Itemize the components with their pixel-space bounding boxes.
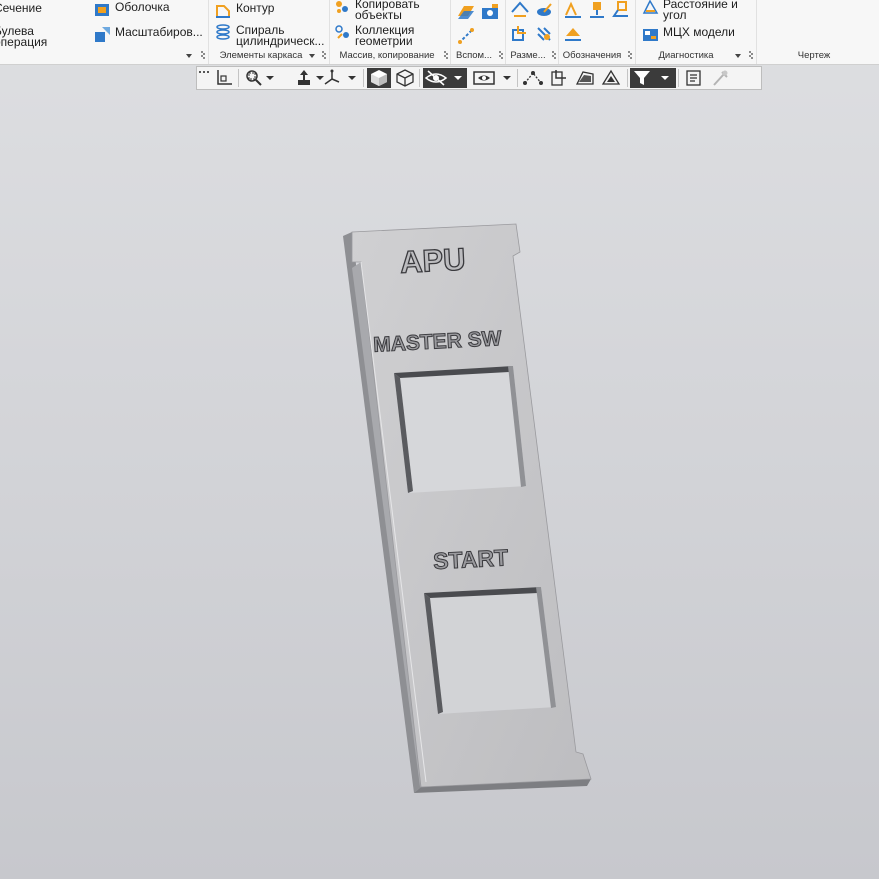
array-copy-group-label: Массив, копирование	[339, 50, 435, 61]
roughness-icon[interactable]	[563, 0, 583, 20]
orientation-dropdown-icon[interactable]	[347, 68, 357, 88]
toolbar-separator	[238, 69, 239, 87]
part-3d-model[interactable]: APU MASTER SW START	[0, 92, 879, 879]
weld-icon[interactable]	[563, 24, 583, 44]
label-start: START	[433, 544, 509, 574]
geometry-collection-button[interactable]: Коллекция геометрии	[334, 24, 414, 47]
coordinate-system-icon[interactable]	[213, 68, 235, 88]
dimensions-group-label: Разме...	[510, 50, 546, 61]
spiral-button-label: Спираль цилиндрическ...	[236, 23, 325, 48]
shaded-view-icon[interactable]	[367, 68, 391, 88]
ribbon-group-drawing: Чертеж	[757, 0, 879, 64]
ribbon-group-dimensions: Разме...	[506, 0, 559, 64]
frame-group-dropdown-icon[interactable]	[309, 54, 315, 58]
copy-objects-label: Копировать объекты	[355, 0, 420, 22]
eyedropper-icon[interactable]	[708, 68, 732, 88]
frame-elements-group-label: Элементы каркаса	[219, 50, 303, 61]
section-view-icon[interactable]	[547, 68, 571, 88]
copy-objects-icon	[336, 1, 348, 13]
toolbar-separator	[678, 69, 679, 87]
ribbon-group-diagnostics: Расстояние и угол МЦХ модели Диагностика	[636, 0, 757, 64]
grip-icon	[200, 50, 205, 62]
diameter-dimension-icon[interactable]	[534, 24, 554, 44]
contour-button[interactable]: Контур	[215, 2, 274, 19]
diagnostics-dropdown-icon[interactable]	[735, 54, 741, 58]
drawing-group-label: Чертеж	[797, 50, 831, 61]
grip-icon	[498, 50, 503, 62]
toolbar-separator	[363, 69, 364, 87]
grip-icon	[321, 50, 326, 62]
contour-icon	[216, 5, 230, 18]
lower-window-cutout[interactable]	[424, 587, 556, 714]
grip-icon	[627, 50, 632, 62]
ribbon-toolbar: Сечение Булева операция Оболочка Масштаб…	[0, 0, 879, 65]
scale-icon	[95, 27, 110, 42]
properties-icon[interactable]	[682, 68, 706, 88]
copy-objects-button[interactable]: Копировать объекты	[334, 0, 420, 21]
view-toolbar	[196, 66, 762, 90]
toolbar-separator	[419, 69, 420, 87]
section-button-label: Сечение	[0, 1, 42, 15]
distance-angle-button[interactable]: Расстояние и угол	[642, 0, 738, 21]
zoom-dropdown-icon[interactable]	[265, 68, 275, 88]
render-quality-icon[interactable]	[599, 68, 623, 88]
zoom-icon[interactable]	[243, 68, 265, 88]
radius-dimension-icon[interactable]	[534, 0, 554, 20]
hide-objects-icon[interactable]	[423, 68, 449, 88]
contour-button-label: Контур	[236, 1, 275, 15]
distance-angle-icon	[642, 0, 659, 14]
spiral-button[interactable]: Спираль цилиндрическ...	[215, 24, 324, 47]
filter-dropdown-icon[interactable]	[654, 68, 676, 88]
aux-plane-icon[interactable]	[456, 2, 476, 22]
mass-properties-icon	[643, 29, 658, 41]
ribbon-group-auxiliary: Вспом...	[451, 0, 506, 64]
perspective-icon[interactable]	[573, 68, 597, 88]
scale-button[interactable]: Масштабиров...	[94, 26, 203, 43]
hide-dropdown-icon[interactable]	[449, 68, 467, 88]
leader-icon[interactable]	[611, 0, 631, 20]
aux-axis-icon[interactable]	[456, 26, 476, 46]
diagnostics-group-label: Диагностика	[658, 50, 714, 61]
dimension-icon[interactable]	[510, 0, 530, 20]
section-button[interactable]: Сечение	[0, 2, 42, 14]
upper-window-cutout[interactable]	[394, 366, 526, 493]
label-apu: APU	[399, 241, 466, 279]
orientation-icon[interactable]	[321, 68, 343, 88]
aux-camera-icon[interactable]	[480, 2, 500, 22]
geometry-collection-icon	[335, 25, 349, 39]
display-mode-icon[interactable]	[471, 68, 497, 88]
toolbar-grip-icon[interactable]	[198, 68, 210, 88]
ribbon-group-array-copy: Копировать объекты Коллекция геометрии М…	[330, 0, 451, 64]
shell-button-label: Оболочка	[115, 0, 170, 14]
grip-icon	[443, 50, 448, 62]
ribbon-group-frame-elements: Контур Спираль цилиндрическ... Элементы …	[209, 0, 330, 64]
ribbon-group-operations: Сечение Булева операция Оболочка Масштаб…	[0, 0, 209, 64]
datum-icon[interactable]	[587, 0, 607, 20]
distance-angle-label: Расстояние и угол	[663, 0, 738, 22]
filter-icon[interactable]	[630, 68, 654, 88]
ops-group-dropdown-icon[interactable]	[186, 54, 192, 58]
toolbar-separator	[517, 69, 518, 87]
geometry-collection-label: Коллекция геометрии	[355, 23, 415, 48]
annotations-group-label: Обозначения	[562, 50, 622, 61]
display-mode-dropdown-icon[interactable]	[501, 68, 513, 88]
mass-properties-label: МЦХ модели	[663, 25, 735, 39]
scale-button-label: Масштабиров...	[115, 25, 203, 39]
mass-properties-button[interactable]: МЦХ модели	[642, 26, 735, 43]
toolbar-separator	[627, 69, 628, 87]
spiral-icon	[216, 24, 230, 40]
shell-icon	[95, 4, 109, 16]
grip-icon	[748, 50, 753, 62]
angle-dimension-icon[interactable]	[510, 24, 530, 44]
pan-icon[interactable]	[293, 68, 315, 88]
model-viewport[interactable]: APU MASTER SW START	[0, 92, 879, 879]
auxiliary-group-label: Вспом...	[456, 50, 492, 61]
ribbon-group-annotations: Обозначения	[559, 0, 636, 64]
wireframe-view-icon[interactable]	[393, 68, 417, 88]
shell-button[interactable]: Оболочка	[94, 1, 170, 18]
grip-icon	[551, 50, 556, 62]
snap-points-icon[interactable]	[521, 68, 545, 88]
boolean-operation-label: Булева операция	[0, 24, 48, 49]
boolean-operation-button[interactable]: Булева операция	[0, 25, 47, 48]
